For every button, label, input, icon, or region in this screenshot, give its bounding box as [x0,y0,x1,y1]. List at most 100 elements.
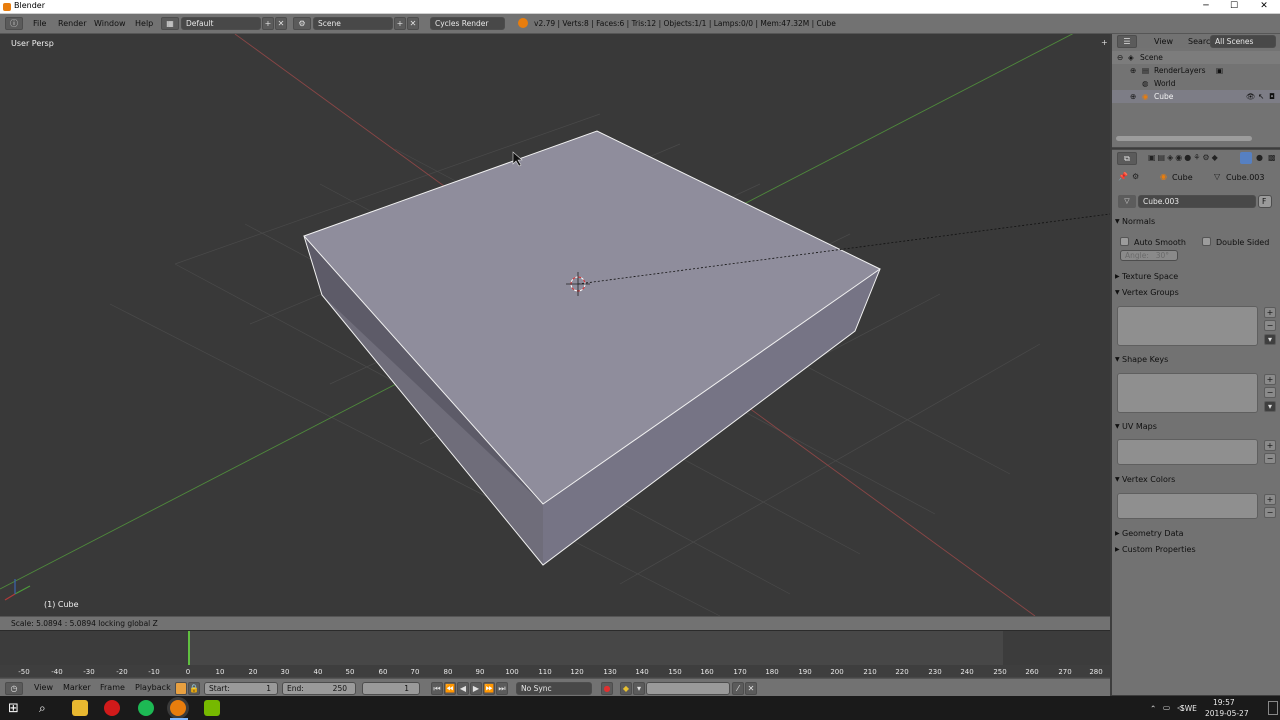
timeline-menu-frame[interactable]: Frame [100,683,125,692]
panel-shape-keys[interactable]: ▼ Shape Keys [1112,353,1280,366]
menu-render[interactable]: Render [58,19,86,28]
maximize-button[interactable]: ☐ [1220,0,1248,14]
timeline-area[interactable]: -50 -40 -30 -20 -10 0 10 20 30 40 50 60 … [0,630,1110,678]
layout-grid-icon[interactable]: ▦ [161,17,179,30]
vertex-group-menu-button[interactable]: ▾ [1264,334,1276,345]
search-icon[interactable]: ⌕ [39,701,46,716]
vertex-group-add-button[interactable]: + [1264,307,1276,318]
mesh-name-field[interactable]: Cube.003 [1138,195,1256,208]
fake-user-button[interactable]: F [1258,195,1272,208]
lock-icon[interactable]: 🔒 [188,682,200,695]
remove-layout-button[interactable]: ✕ [275,17,287,30]
panel-uv-maps[interactable]: ▼ UV Maps [1112,420,1280,433]
frame-ruler[interactable] [0,665,1110,677]
outliner-row-renderlayers[interactable]: ⊕ ▤ RenderLayers ▣ [1112,64,1280,77]
jump-end-icon[interactable]: ⏭ [496,682,508,695]
timeline-editor-icon[interactable]: ◷ [5,682,23,695]
playhead[interactable] [188,631,190,667]
vertex-groups-list[interactable] [1117,306,1258,346]
remove-scene-button[interactable]: ✕ [407,17,419,30]
blender-taskbar-icon[interactable] [170,700,186,716]
end-frame-field[interactable]: End: 250 [282,682,356,695]
keying-icon[interactable]: ◆ [620,682,632,695]
outliner-row-world[interactable]: ◍ World [1112,77,1280,90]
expand-icon[interactable]: ⊕ [1130,90,1136,103]
editor-type-icon[interactable]: ⓘ [5,17,23,30]
menu-file[interactable]: File [33,19,46,28]
expand-icon[interactable]: ⊕ [1130,64,1136,77]
mesh-data-tab-icon[interactable] [1240,152,1252,164]
timeline-menu-marker[interactable]: Marker [63,683,91,692]
current-frame-field[interactable]: 1 [362,682,420,695]
eye-icon[interactable]: 👁 [1246,90,1256,103]
notification-icon[interactable] [1268,701,1278,715]
screen-layout-field[interactable]: Default [181,17,261,30]
3d-viewport[interactable]: User Persp (1) Cube + [0,34,1110,616]
play-reverse-icon[interactable]: ◀ [457,682,469,695]
texture-tab-icon[interactable]: ▩ [1268,153,1276,162]
start-frame-field[interactable]: Start: 1 [204,682,278,695]
properties-context-tabs[interactable]: ▣▤◈◉●⚘⚙◆ [1148,153,1220,162]
menu-help[interactable]: Help [135,19,153,28]
shape-key-menu-button[interactable]: ▾ [1264,401,1276,412]
uv-maps-list[interactable] [1117,439,1258,465]
outliner-row-scene[interactable]: ⊖ ◈ Scene [1112,51,1280,64]
nvidia-icon[interactable] [204,700,220,716]
panel-vertex-colors[interactable]: ▼ Vertex Colors [1112,473,1280,486]
uv-map-remove-button[interactable]: − [1264,453,1276,464]
panel-geometry-data[interactable]: ▶ Geometry Data [1112,527,1280,540]
panel-vertex-groups[interactable]: ▼ Vertex Groups [1112,286,1280,299]
properties-editor-icon[interactable]: ⧉ [1117,152,1137,165]
add-layout-button[interactable]: + [262,17,274,30]
keyset-icon[interactable]: ▾ [633,682,645,695]
timeline-menu-view[interactable]: View [34,683,53,692]
menu-window[interactable]: Window [94,19,126,28]
scene-field[interactable]: Scene [313,17,393,30]
outliner-panel[interactable]: ⊖ ◈ Scene ⊕ ▤ RenderLayers ▣ ◍ World ⊕ ◉… [1112,48,1280,148]
close-window-button[interactable]: ✕ [1250,0,1278,14]
cursor-select-icon[interactable]: ↖ [1258,90,1264,103]
auto-smooth-checkbox[interactable] [1120,237,1129,246]
material-tab-icon[interactable]: ● [1256,153,1263,162]
panel-texture-space[interactable]: ▶ Texture Space [1112,270,1280,283]
sync-mode-select[interactable]: No Sync [516,682,592,695]
preview-range-icon[interactable] [175,682,187,695]
panel-normals[interactable]: ▼ Normals [1112,215,1280,228]
keyframe-insert-icon[interactable]: ⁄ [732,682,744,695]
jump-start-icon[interactable]: ⏮ [431,682,443,695]
shape-key-add-button[interactable]: + [1264,374,1276,385]
timeline-menu-playback[interactable]: Playback [135,683,171,692]
angle-field[interactable]: Angle: 30° [1120,250,1178,261]
clock-date[interactable]: 2019-05-27 [1205,709,1249,718]
opera-icon[interactable] [104,700,120,716]
outliner-tab-view[interactable]: View [1154,37,1173,46]
keyframe-delete-icon[interactable]: ✕ [745,682,757,695]
vertex-colors-list[interactable] [1117,493,1258,519]
cube-top-face[interactable] [303,130,881,505]
vertex-color-add-button[interactable]: + [1264,494,1276,505]
clock-time[interactable]: 19:57 [1213,698,1235,707]
language-indicator[interactable]: SWE [1180,704,1197,713]
play-icon[interactable]: ▶ [470,682,482,695]
shape-keys-list[interactable] [1117,373,1258,413]
shape-key-remove-button[interactable]: − [1264,387,1276,398]
network-icon[interactable]: ▭ [1163,703,1170,712]
scene-icon[interactable]: ⚙ [293,17,311,30]
outliner-display-mode[interactable]: All Scenes [1210,35,1276,48]
next-keyframe-icon[interactable]: ⏩ [483,682,495,695]
outliner-horizontal-scrollbar[interactable] [1116,136,1252,141]
double-sided-checkbox[interactable] [1202,237,1211,246]
panel-custom-properties[interactable]: ▶ Custom Properties [1112,543,1280,556]
mesh-browse-icon[interactable]: ▽ [1118,195,1136,208]
tray-chevron-icon[interactable]: ⌃ [1150,704,1156,713]
uv-map-add-button[interactable]: + [1264,440,1276,451]
record-icon[interactable]: ● [601,682,613,695]
spotify-icon[interactable] [138,700,154,716]
minimize-button[interactable]: ─ [1192,0,1220,14]
vertex-group-remove-button[interactable]: − [1264,320,1276,331]
outliner-row-cube[interactable]: ⊕ ◉ Cube 👁 ↖ ◘ [1112,90,1280,103]
file-explorer-icon[interactable] [72,700,88,716]
viewport-corner-plus-icon[interactable]: + [1101,38,1108,48]
prev-keyframe-icon[interactable]: ⏪ [444,682,456,695]
layer-visibility-icon[interactable]: ▣ [1216,64,1223,77]
